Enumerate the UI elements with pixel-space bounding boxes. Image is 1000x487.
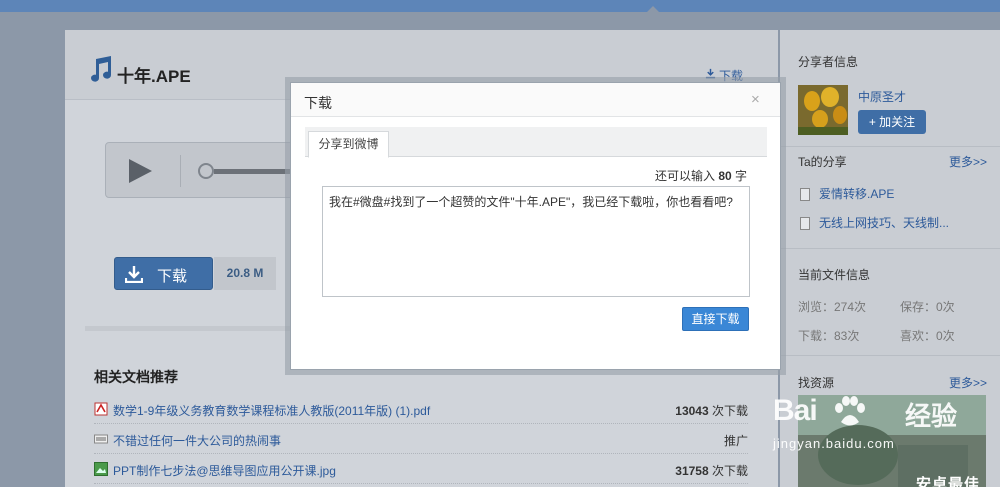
dialog-header: 下载 × [291, 83, 780, 117]
tab-share-weibo[interactable]: 分享到微博 [308, 131, 389, 158]
direct-download-button[interactable]: 直接下载 [682, 307, 749, 331]
share-message-textarea[interactable]: 我在#微盘#找到了一个超赞的文件"十年.APE"，我已经下载啦，你也看看吧? [322, 186, 750, 297]
dialog-tabs: 分享到微博 [305, 127, 767, 158]
char-remaining: 还可以输入 80 字 [655, 169, 748, 183]
dialog-title: 下载 [304, 95, 332, 111]
download-dialog: 下载 × 分享到微博 还可以输入 80 字 我在#微盘#找到了一个超赞的文件"十… [290, 82, 781, 370]
close-icon[interactable]: × [751, 91, 760, 108]
